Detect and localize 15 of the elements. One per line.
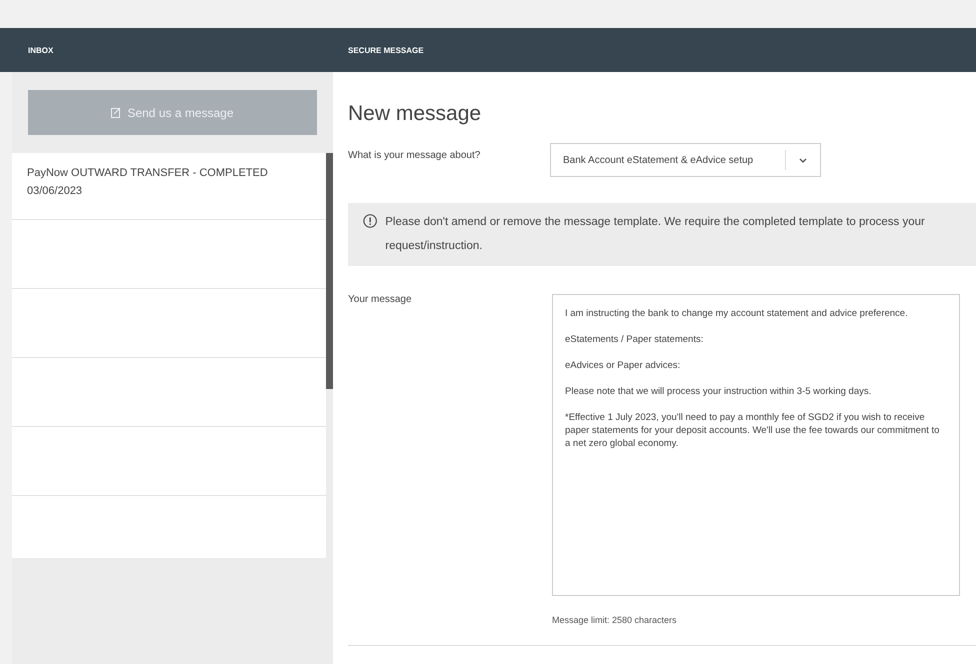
message-label: Your message bbox=[348, 294, 413, 305]
chevron-down-icon bbox=[799, 158, 807, 162]
message-subject: PayNow OUTWARD TRANSFER - COMPLETED bbox=[27, 167, 269, 179]
inbox-title: INBOX bbox=[27, 46, 54, 54]
message-date: 03/06/2023 bbox=[27, 185, 84, 197]
message-limit: Message limit: 2580 characters bbox=[552, 615, 678, 625]
secure-message-title: SECURE MESSAGE bbox=[347, 46, 424, 54]
scrollbar-thumb[interactable] bbox=[326, 153, 333, 389]
page-title: New message bbox=[348, 102, 482, 126]
info-icon bbox=[363, 213, 378, 229]
topic-dropdown[interactable]: Bank Account eStatement & eAdvice setup bbox=[550, 143, 821, 177]
notice-text: Please don't amend or remove the message template. We require the completed template to process your request/instruction. bbox=[385, 215, 926, 254]
compose-icon bbox=[111, 107, 122, 118]
topic-label: What is your message about? bbox=[348, 150, 482, 160]
message-field[interactable]: I am instructing the bank to change my account statement and advice preference. eStatements / Paper statements: eAdvices or Paper advices: Please note that we will process your instruction within 3-5 working days. *Effective 1 July 2023, you'll need to pay a monthly fee of SGD2 if you wish to receive paper statements for your deposit accounts. We'll use the fee towards our commitment to a net zero global economy. bbox=[552, 294, 960, 596]
